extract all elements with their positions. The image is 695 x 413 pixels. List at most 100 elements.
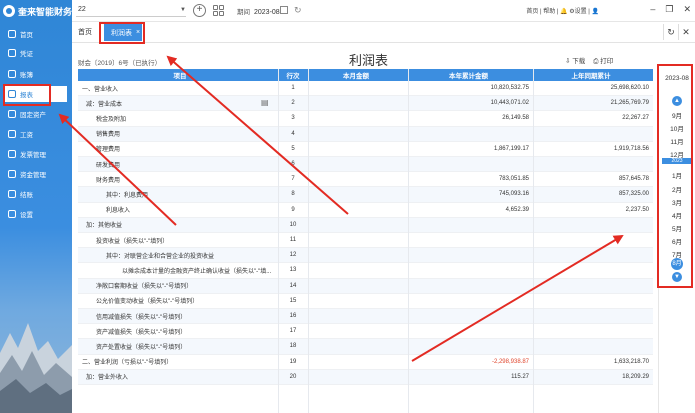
cell-month [308,248,408,262]
refresh-icon[interactable]: ↻ [663,24,678,40]
cell-prev [533,218,653,232]
col-header-line: 行次 [286,73,300,80]
income-statement-table: 项目 行次 本月金额 本年累计金额 上年同期累计 一、营业收入 1 10,820,5… [78,69,653,413]
cell-no: 14 [289,282,297,289]
cell-prev [533,324,653,338]
cell-name: 加：营业外收入 [86,375,129,382]
table-row[interactable]: 其中：对联营企业和合营企业的投资收益 12 [78,248,653,264]
sidebar-item-funds[interactable]: 资金管理 [3,166,67,182]
cell-ytd [408,248,533,262]
account-select[interactable]: 22 ▼ [76,4,186,17]
table-row[interactable]: 加：营业外收入 20 115.27 18,209.29 [78,369,653,385]
cell-no: 15 [289,297,297,304]
highlight-period-pane [657,64,693,288]
calendar-icon[interactable] [280,6,288,14]
highlight-tab [99,22,145,44]
period-picker[interactable]: 期间 2023-08 [237,6,280,16]
cell-month [308,355,408,369]
cell-month [308,294,408,308]
period-label: 期间 [237,9,250,16]
cell-name: 财务费用 [96,177,121,184]
download-button[interactable]: ⇩ 下载 [565,55,585,66]
report-subtitle: 财会〔2019〕6号（已执行） [78,60,162,67]
add-icon[interactable]: + [193,4,206,17]
cell-month [308,263,408,277]
cell-name: 研发费用 [96,162,121,169]
table-row[interactable]: 二、营业利润（亏损以"-"号填列） 19 -2,298,938.87 1,633,21… [78,355,653,370]
period-value: 2023-08 [254,9,280,16]
close-icon[interactable]: ✕ [683,4,691,15]
download-label: 下载 [572,58,586,65]
cell-name: 利息收入 [106,208,131,215]
sidebar-item-label: 设置 [20,212,33,219]
table-row[interactable]: 研发费用 6 [78,157,653,173]
sidebar-item-home[interactable]: 首页 [3,26,67,42]
sidebar-item-payroll[interactable]: 工资 [3,126,67,142]
sidebar-item-fixed-assets[interactable]: 固定资产 [3,106,67,122]
cell-ytd [408,127,533,141]
tab-bar: 首页 利润表 × ↻ ✕ [72,22,695,43]
cell-name: 管理费用 [96,147,121,154]
logo-text: 奎来智能财务 [18,6,72,17]
cell-ytd: 26,149.58 [502,115,529,122]
sidebar-item-closing[interactable]: 结账 [3,186,67,202]
sidebar-item-settings[interactable]: 设置 [3,206,67,222]
refresh-icon[interactable]: ↻ [294,5,302,16]
column-divider [308,69,309,413]
cell-no: 5 [291,145,295,152]
cell-ytd [408,324,533,338]
tab-home[interactable]: 首页 [78,27,92,37]
sidebar-item-label: 结账 [20,192,33,199]
table-row[interactable]: 加：其他收益 10 [78,217,653,233]
apps-grid-icon[interactable] [213,5,224,16]
cell-month [308,142,408,156]
cell-no: 11 [289,237,297,244]
top-links[interactable]: 首页 | 帮助 | 🔔 ⚙设置 | 👤 [526,6,599,15]
cell-name: 其中：利息费用 [106,192,149,199]
table-row[interactable]: 财务费用 7 783,051.85 857,645.78 [78,172,653,188]
table-row[interactable]: 销售费用 4 [78,126,653,142]
table-row[interactable]: 资产处置收益（损失以"-"号填列） 18 [78,339,653,355]
table-row[interactable]: 公允价值变动收益（损失以"-"号填列） 15 [78,294,653,309]
print-label: 打印 [600,58,614,65]
table-row[interactable]: 资产减值损失（损失以"-"号填列） 17 [78,324,653,340]
chevron-down-icon: ▼ [180,7,186,13]
table-row[interactable]: 投资收益（损失以"-"填列） 11 [78,233,653,249]
cell-name: 公允价值变动收益（损失以"-"号填列） [96,299,199,306]
cell-ytd [408,309,533,323]
cell-month [308,111,408,125]
sidebar-item-voucher[interactable]: 凭证 [3,45,67,61]
print-button[interactable]: ⎙ 打印 [593,55,613,66]
minimize-icon[interactable]: – [650,4,655,15]
cell-prev [533,248,653,262]
table-row[interactable]: 减：营业成本 2 10,443,071.02 21,265,769.79 ▤ [78,96,653,112]
cell-name: 资产减值损失（损失以"-"号填列） [96,329,187,336]
table-row[interactable]: 信用减值损失（损失以"-"号填列） 16 [78,309,653,325]
table-row[interactable]: 利息收入 9 4,652.39 2,237.50 [78,203,653,218]
invoice-icon [8,150,16,158]
maximize-icon[interactable]: ❐ [665,4,673,15]
assets-icon [8,110,16,118]
detail-icon[interactable]: ▤ [261,98,269,107]
table-row[interactable]: 税金及附加 3 26,149.58 22,267.27 [78,111,653,127]
cell-prev [533,294,653,308]
cell-name: 减：营业成本 [86,101,123,108]
table-row[interactable]: 其中：利息费用 8 745,093.16 857,325.00 [78,187,653,203]
col-header-prev: 上年同期累计 [571,73,611,80]
sidebar-item-ledger[interactable]: 账簿 [3,66,67,82]
table-row[interactable]: 以摊余成本计量的金融资产终止确认收益（损失以"-"填... 13 [78,263,653,279]
top-bar: 22 ▼ + 期间 2023-08 ↻ 首页 | 帮助 | 🔔 ⚙设置 | 👤 – … [72,0,695,22]
col-header-item: 项目 [173,73,187,80]
sidebar-item-invoices[interactable]: 发票管理 [3,146,67,162]
cell-ytd [408,218,533,232]
table-row[interactable]: 一、营业收入 1 10,820,532.75 25,698,620.10 [78,81,653,97]
column-divider [278,69,279,413]
cell-prev: 18,209.29 [622,373,649,380]
sidebar-item-label: 资金管理 [20,172,46,179]
close-icon[interactable]: ✕ [678,24,693,40]
sidebar-item-label: 凭证 [20,51,33,58]
table-row[interactable]: 管理费用 5 1,867,199.17 1,919,718.56 [78,142,653,157]
cell-prev [533,309,653,323]
table-row[interactable]: 净敞口套期收益（损失以"-"号填列） 14 [78,278,653,294]
highlight-reports [3,84,51,106]
